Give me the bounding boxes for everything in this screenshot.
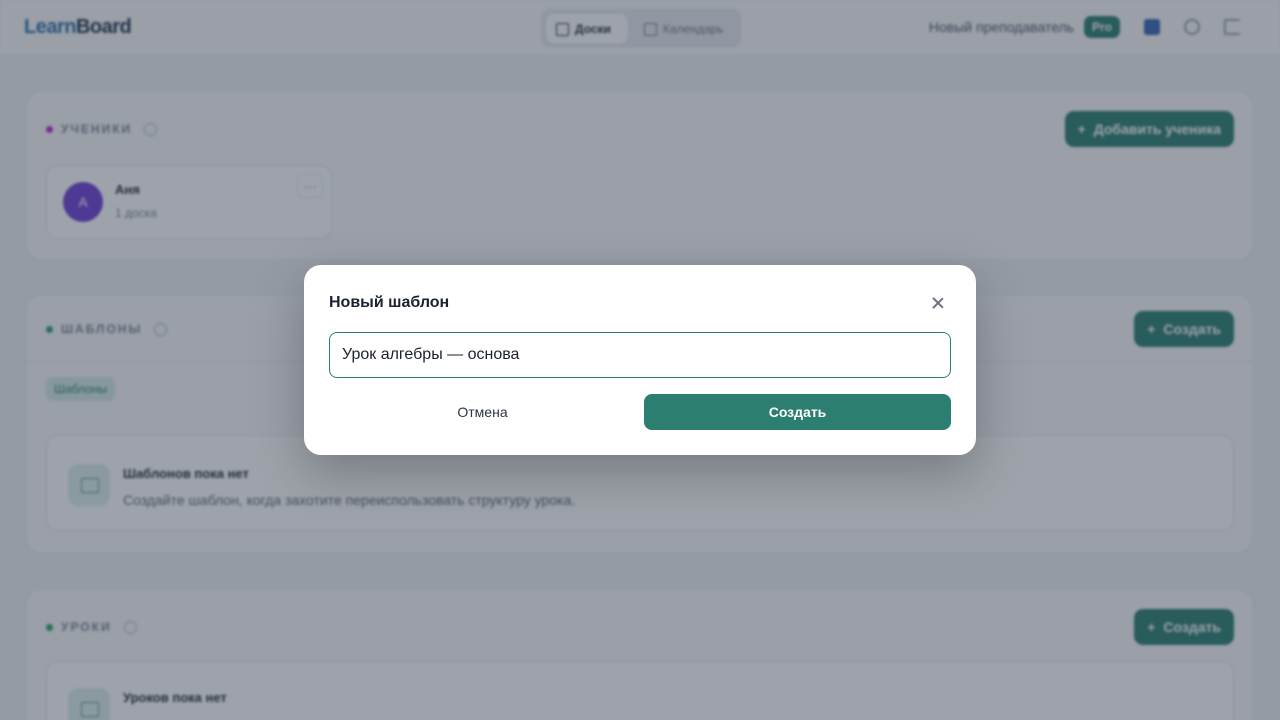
cancel-button[interactable]: Отмена xyxy=(329,394,636,430)
close-icon[interactable] xyxy=(928,293,948,313)
dialog-title: Новый шаблон xyxy=(329,294,450,311)
template-name-input[interactable] xyxy=(329,332,951,378)
create-button[interactable]: Создать xyxy=(644,394,951,430)
new-template-dialog: Новый шаблон Отмена Создать xyxy=(304,265,976,455)
